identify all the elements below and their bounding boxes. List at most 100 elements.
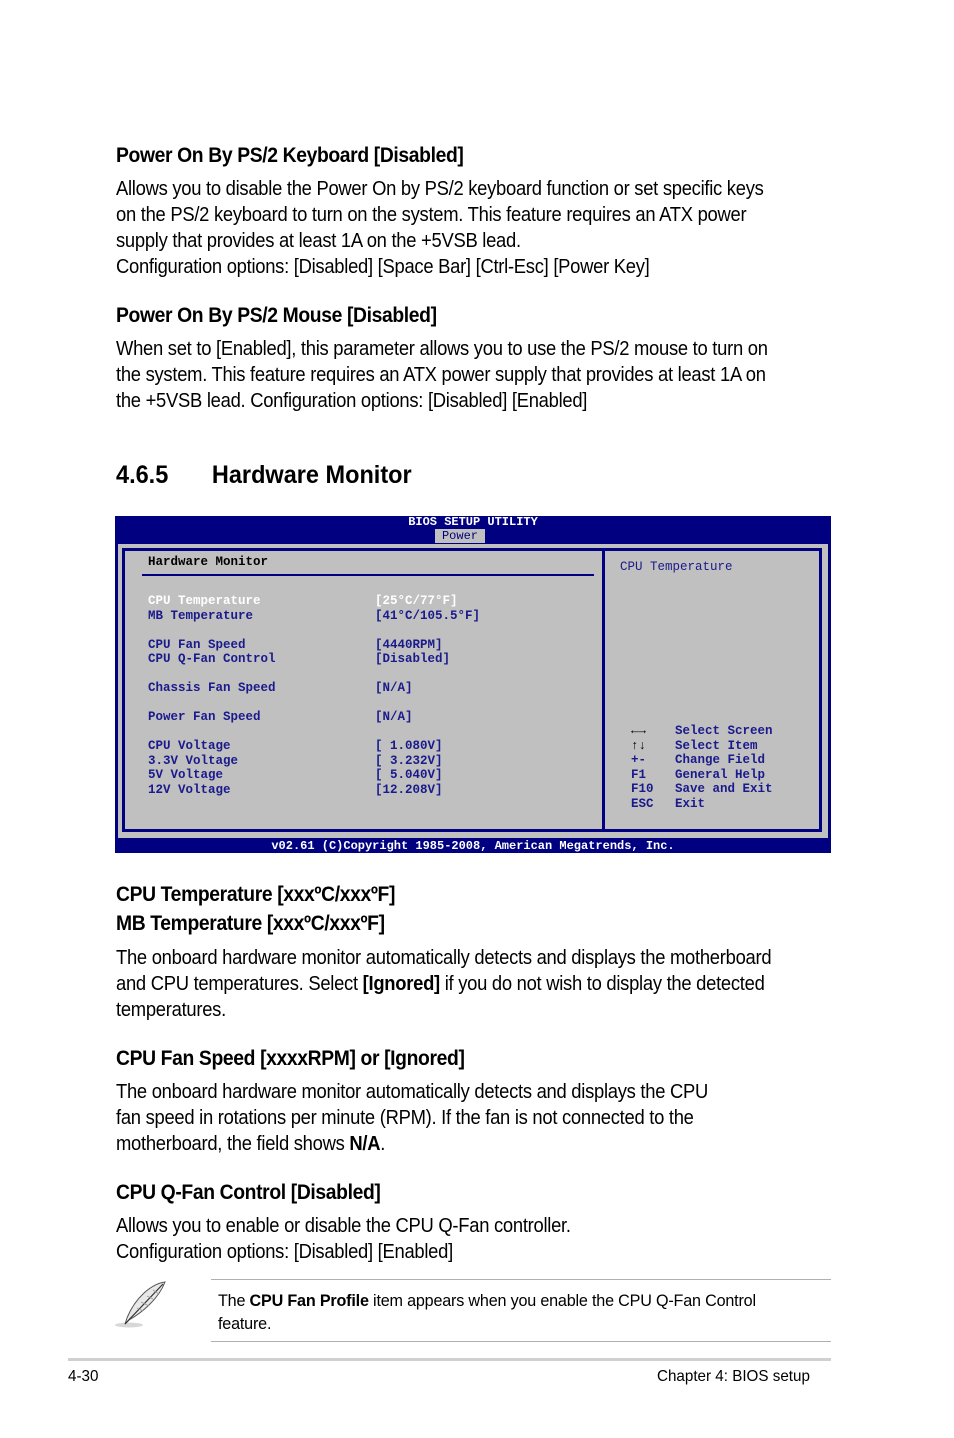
up-down-arrows-icon: ↑↓ [631,738,647,753]
row-label: 5V Voltage [148,768,224,782]
bios-screen: BIOS SETUP UTILITY Power Hardware Monito… [115,516,831,853]
temp-line: The onboard hardware monitor automatical… [116,947,772,969]
note-bottom-rule [211,1341,831,1342]
note-line: feature. [218,1314,272,1333]
mouse-line: the +5VSB lead. Configuration options: [… [116,390,588,412]
qfan-heading: CPU Q-Fan Control [Disabled] [116,1181,381,1204]
section-name: Hardware Monitor [211,461,412,489]
footer-rule [68,1358,831,1361]
kb-section-body: Allows you to disable the Power On by PS… [116,176,764,280]
bios-row-chassis-fan-speed[interactable]: Chassis Fan Speed [N/A] [148,681,413,696]
temp-section-body: The onboard hardware monitor automatical… [116,945,772,1023]
cpu-fan-profile-term: CPU Fan Profile [249,1291,369,1310]
text: item appears when you enable the CPU Q-F… [368,1291,756,1310]
row-value: [Disabled] [375,652,451,666]
fan-line: The onboard hardware monitor automatical… [116,1081,709,1103]
mouse-section-body: When set to [Enabled], this parameter al… [116,336,768,414]
bios-menu-heading: Hardware Monitor [148,555,269,569]
row-label: 3.3V Voltage [148,753,239,768]
temp-heading-cpu: CPU Temperature [xxxºC/xxxºF] [116,883,396,906]
bios-body: Hardware Monitor CPU Temperature [25°C/77… [118,544,828,838]
mouse-section-heading: Power On By PS/2 Mouse [Disabled] [116,304,437,327]
chapter-label: Chapter 4: BIOS setup [657,1368,810,1385]
row-value: [N/A] [375,681,413,695]
row-value: [41°C/105.5°F] [375,608,481,623]
fan-speed-body: The onboard hardware monitor automatical… [116,1079,708,1157]
temp-line: and CPU temperatures. Select [Ignored] i… [116,971,771,997]
bios-row-3v3-voltage[interactable]: 3.3V Voltage [ 3.232V] [148,753,443,769]
key-label: +- [631,753,647,767]
bios-copyright-footer: v02.61 (C)Copyright 1985-2008, American … [271,839,675,853]
row-value: [ 1.080V] [375,739,443,753]
key-hint-save-exit: F10 Save and Exit [631,782,773,797]
key-hint-select-screen: ←→ Select Screen [631,724,773,739]
text: and CPU temperatures. Select [116,973,363,995]
ignored-option: [Ignored] [362,973,441,995]
quill-note-icon [113,1280,169,1330]
bios-heading-underline [142,574,594,576]
note-text: The CPU Fan Profile item appears when yo… [218,1289,756,1335]
text: . [380,1133,386,1155]
bios-title: BIOS SETUP UTILITY [408,515,538,529]
key-hint-select-item: ↑↓ Select Item [631,738,758,754]
bios-row-cpu-voltage[interactable]: CPU Voltage [ 1.080V] [148,739,443,754]
bios-row-cpu-temperature[interactable]: CPU Temperature [25°C/77°F] [148,594,458,609]
kb-line: Configuration options: [Disabled] [Space… [116,256,650,278]
key-desc: Save and Exit [675,782,773,796]
bios-row-12v-voltage[interactable]: 12V Voltage [12.208V] [148,782,443,798]
tab-power[interactable]: Power [435,529,485,543]
section-title: 4.6.5 Hardware Monitor [116,461,412,490]
na-value: N/A [349,1133,381,1155]
section-number: 4.6.5 [116,461,169,489]
row-value: [25°C/77°F] [375,594,458,608]
row-value: [4440RPM] [375,637,443,652]
key-label: F10 [631,782,654,796]
kb-line: supply that provides at least 1A on the … [116,230,521,252]
qfan-body: Allows you to enable or disable the CPU … [116,1213,571,1265]
bios-row-5v-voltage[interactable]: 5V Voltage [ 5.040V] [148,768,443,783]
temp-heading-mb: MB Temperature [xxxºC/xxxºF] [116,912,385,935]
row-label: CPU Voltage [148,739,231,753]
mouse-line: When set to [Enabled], this parameter al… [116,338,768,360]
row-label: 12V Voltage [148,782,231,797]
key-desc: General Help [675,767,766,782]
fan-speed-heading: CPU Fan Speed [xxxxRPM] or [Ignored] [116,1047,465,1070]
kb-line: on the PS/2 keyboard to turn on the syst… [116,204,747,226]
bios-row-power-fan-speed[interactable]: Power Fan Speed [N/A] [148,710,413,725]
key-hint-change-field: +- Change Field [631,753,765,768]
bios-row-cpu-qfan-control[interactable]: CPU Q-Fan Control [Disabled] [148,652,450,667]
row-label: MB Temperature [148,608,254,623]
row-value: [N/A] [375,710,413,724]
qfan-line: Configuration options: [Disabled] [Enabl… [116,1241,453,1263]
text: if you do not wish to display the detect… [439,973,765,995]
row-value: [ 3.232V] [375,753,443,768]
qfan-line: Allows you to enable or disable the CPU … [116,1215,571,1237]
page-number: 4-30 [68,1368,99,1385]
fan-line: motherboard, the field shows N/A. [116,1131,708,1157]
row-label: CPU Q-Fan Control [148,652,276,666]
row-value: [ 5.040V] [375,768,443,782]
row-label: Chassis Fan Speed [148,681,276,695]
key-hint-general-help: F1 General Help [631,767,765,783]
key-hint-exit: ESC Exit [631,796,705,812]
row-label: CPU Fan Speed [148,637,246,652]
text: motherboard, the field shows [116,1133,350,1155]
bios-row-mb-temperature[interactable]: MB Temperature [41°C/105.5°F] [148,608,480,624]
note-line: The CPU Fan Profile item appears when yo… [218,1289,756,1312]
key-label: F1 [631,767,647,782]
text: The [218,1291,250,1310]
bios-pane-divider [602,548,605,832]
key-label: ESC [631,796,654,811]
temp-line: temperatures. [116,999,226,1021]
key-desc: Change Field [675,753,766,767]
left-right-arrows-icon: ←→ [631,724,647,738]
bios-row-cpu-fan-speed[interactable]: CPU Fan Speed [4440RPM] [148,637,443,653]
row-label: CPU Temperature [148,594,261,608]
key-desc: Select Item [675,738,758,753]
row-value: [12.208V] [375,782,443,797]
mouse-line: the system. This feature requires an ATX… [116,364,766,386]
row-label: Power Fan Speed [148,710,261,724]
kb-section-heading: Power On By PS/2 Keyboard [Disabled] [116,144,464,167]
key-desc: Exit [675,796,706,811]
kb-line: Allows you to disable the Power On by PS… [116,178,764,200]
